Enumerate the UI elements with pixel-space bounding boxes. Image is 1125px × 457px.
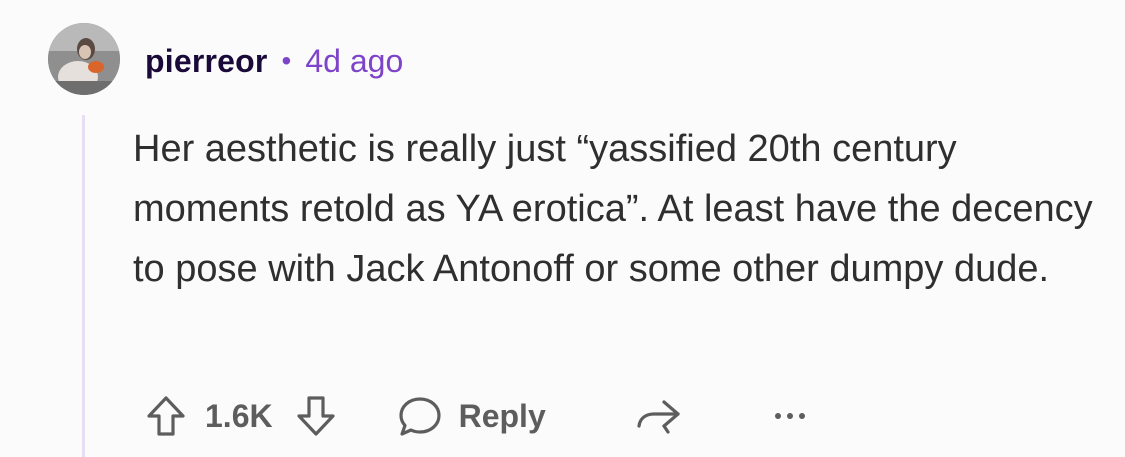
reply-button[interactable]: Reply (397, 394, 546, 438)
avatar-photo (48, 23, 120, 95)
thread-line[interactable] (82, 115, 85, 457)
vote-count: 1.6K (205, 397, 273, 434)
share-arrow-icon (637, 400, 680, 434)
speech-bubble-icon (398, 397, 441, 436)
action-bar: 1.6K Reply (145, 388, 810, 444)
more-options-button[interactable] (770, 406, 810, 426)
downvote-button[interactable] (295, 394, 337, 438)
arrow-down-outline-icon (296, 396, 335, 436)
timestamp: 4d ago (305, 42, 404, 79)
username[interactable]: pierreor (145, 43, 268, 80)
ellipsis-icon (774, 413, 805, 419)
comment-card: pierreor • 4d ago Her aesthetic is reall… (0, 0, 1125, 457)
separator-dot: • (281, 45, 292, 76)
comment-header: pierreor • 4d ago (145, 38, 403, 84)
share-button[interactable] (634, 394, 686, 438)
reply-label: Reply (458, 397, 546, 434)
upvote-button[interactable] (145, 394, 187, 438)
comment-body: Her aesthetic is really just “yassified … (133, 128, 1093, 290)
arrow-up-outline-icon (147, 396, 185, 436)
avatar[interactable] (48, 23, 120, 95)
